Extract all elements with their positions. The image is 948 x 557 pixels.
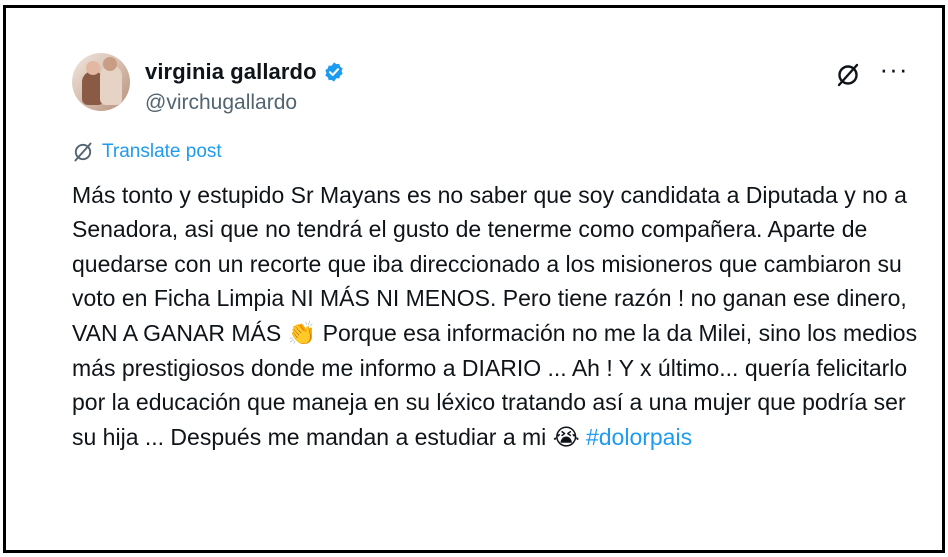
post-card: virginia gallardo @virchugallardo ··· Tr… [3,5,945,553]
translate-post-link[interactable]: Translate post [72,141,222,163]
grok-slash-icon [74,142,92,162]
author-name[interactable]: virginia gallardo [145,59,317,85]
post-actions: ··· [834,56,908,89]
verified-badge-icon [325,62,343,82]
more-options-icon[interactable]: ··· [880,56,908,89]
grok-slash-icon[interactable] [834,61,862,89]
translate-label[interactable]: Translate post [102,141,222,163]
author-handle[interactable]: @virchugallardo [145,91,297,115]
post-header: virginia gallardo @virchugallardo ··· [72,53,922,117]
avatar[interactable] [72,53,130,111]
post-text: Más tonto y estupido Sr Mayans es no sab… [72,178,922,455]
author-name-row: virginia gallardo [145,59,345,85]
hashtag-link[interactable]: #dolorpais [586,424,692,450]
clapping-hands-icon: 👏 [287,320,317,347]
crying-face-icon: 😭 [552,424,580,451]
